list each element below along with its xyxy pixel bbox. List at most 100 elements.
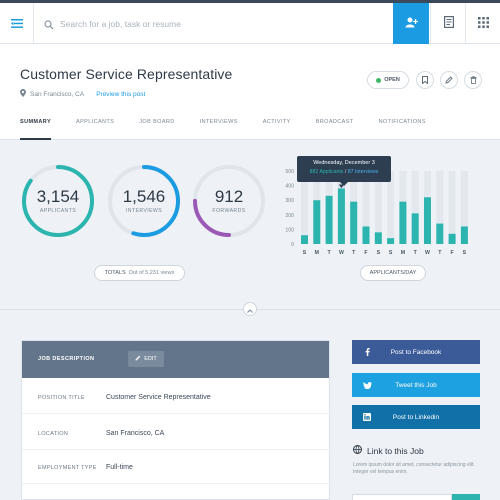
- edit-label: EDIT: [144, 356, 157, 362]
- location-pin-icon: [20, 89, 26, 99]
- tab-job-board[interactable]: JOB BOARD: [139, 118, 174, 140]
- job-description-header: JOB DESCRIPTION EDIT: [22, 341, 329, 378]
- tooltip-values: 882 Applicants / 87 Interviews: [297, 166, 391, 175]
- tab-summary[interactable]: SUMMARY: [20, 118, 52, 140]
- top-bar: [0, 3, 500, 44]
- bar: [301, 235, 308, 244]
- status-dot: [376, 77, 382, 83]
- tab-broadcast[interactable]: BROADCAST: [316, 118, 354, 140]
- x-tick-label: F: [364, 250, 367, 256]
- bar: [411, 213, 419, 244]
- job-link-field[interactable]: [352, 494, 452, 500]
- x-tick-label: S: [377, 250, 381, 256]
- x-tick-label: T: [438, 250, 442, 256]
- applicants-ring: 3,154 APPLICANTS: [20, 163, 96, 239]
- y-tick-label: 300: [285, 198, 294, 204]
- bookmark-icon: [422, 71, 428, 89]
- summary-stats: 3,154 APPLICANTS 1,546 INTERVIEWS 912 FO…: [0, 141, 500, 309]
- totals-views: Out of 5,231 views: [128, 270, 175, 276]
- bar: [362, 226, 370, 244]
- facebook-label: Post to Facebook: [390, 348, 442, 356]
- interviews-count: 1,546: [122, 187, 166, 206]
- facebook-icon: [352, 348, 382, 356]
- grid-icon: [477, 15, 489, 33]
- forwards-count: 912: [214, 187, 244, 206]
- edit-description-button[interactable]: EDIT: [128, 351, 164, 367]
- collapse-button[interactable]: [243, 302, 257, 316]
- bar: [387, 238, 395, 244]
- forwards-label: FORWARDS: [212, 208, 246, 214]
- bar: [436, 223, 444, 244]
- tab-bar: SUMMARY APPLICANTS JOB BOARD INTERVIEWS …: [20, 118, 451, 140]
- x-tick-label: S: [389, 250, 393, 256]
- tab-activity[interactable]: ACTIVITY: [263, 118, 291, 140]
- y-tick-label: 200: [285, 213, 294, 219]
- applicants-count: 3,154: [36, 187, 80, 206]
- documents-button[interactable]: [430, 3, 466, 44]
- tab-applicants[interactable]: APPLICANTS: [76, 118, 114, 140]
- twitter-label: Tweet this Job: [395, 381, 437, 389]
- chart-xlabel: APPLICANTS/DAY: [369, 270, 417, 276]
- status-badge[interactable]: OPEN: [367, 71, 409, 89]
- bar: [325, 195, 333, 244]
- link-icon: [353, 445, 362, 456]
- table-row: POSITION TITLE Customer Service Represen…: [22, 380, 331, 414]
- search-input[interactable]: [60, 14, 380, 34]
- menu-button[interactable]: [0, 3, 34, 44]
- bar: [448, 233, 456, 244]
- add-user-button[interactable]: [393, 3, 429, 44]
- post-to-facebook-button[interactable]: Post to Facebook: [352, 340, 480, 364]
- location-text: San Francisco, CA: [30, 90, 85, 98]
- location-row: San Francisco, CA Preview this post: [20, 89, 145, 99]
- bar: [460, 226, 468, 244]
- table-row: EMPLOYMENT TYPE Full-time: [22, 450, 331, 484]
- linkedin-icon: [352, 413, 382, 421]
- bar-background: [448, 171, 456, 244]
- menu-icon: [10, 15, 23, 33]
- twitter-icon: [352, 381, 382, 389]
- apps-grid-button[interactable]: [465, 3, 500, 44]
- linkedin-label: Post to Linkedin: [392, 413, 440, 421]
- tab-interviews[interactable]: INTERVIEWS: [200, 118, 238, 140]
- row-value: San Francisco, CA: [106, 430, 165, 437]
- x-tick-label: F: [451, 250, 454, 256]
- edit-button[interactable]: [440, 71, 458, 89]
- bar: [350, 201, 358, 244]
- tooltip-separator: /: [344, 169, 347, 175]
- search-icon: [44, 17, 54, 35]
- link-description: Lorem ipsum dolor sit amet, consectetur …: [353, 462, 475, 475]
- page-title: Customer Service Representative: [20, 66, 233, 82]
- bar: [399, 201, 407, 244]
- bar: [374, 232, 382, 244]
- row-key: POSITION TITLE: [38, 395, 85, 401]
- interviews-ring: 1,546 INTERVIEWS: [106, 163, 182, 239]
- x-tick-label: S: [303, 250, 307, 256]
- y-tick-label: 0: [291, 242, 294, 248]
- delete-button[interactable]: [464, 71, 482, 89]
- y-tick-label: 500: [285, 169, 294, 175]
- job-header: Customer Service Representative San Fran…: [0, 44, 500, 140]
- tooltip-title: Wednesday, December 3: [313, 160, 375, 166]
- x-tick-label: W: [339, 250, 344, 256]
- table-row: LOCATION San Francisco, CA: [22, 416, 331, 450]
- status-label: OPEN: [384, 77, 400, 83]
- x-tick-label: T: [328, 250, 332, 256]
- pencil-icon: [135, 355, 141, 363]
- link-title-text: Link to this Job: [367, 445, 424, 456]
- row-key: EMPLOYMENT TYPE: [38, 465, 97, 471]
- trash-icon: [470, 71, 477, 89]
- tab-notifications[interactable]: NOTIFICATIONS: [379, 118, 426, 140]
- tooltip-applicants: 882 Applicants: [309, 169, 344, 175]
- document-icon: [443, 15, 454, 33]
- preview-link[interactable]: Preview this post: [96, 91, 145, 98]
- tweet-job-button[interactable]: Tweet this Job: [352, 373, 480, 397]
- copy-link-button[interactable]: [452, 494, 480, 500]
- post-to-linkedin-button[interactable]: Post to Linkedin: [352, 405, 480, 429]
- x-tick-label: M: [315, 250, 319, 256]
- totals-pill[interactable]: TOTALS Out of 5,231 views: [94, 265, 185, 281]
- bookmark-button[interactable]: [416, 71, 434, 89]
- applicants-label: APPLICANTS: [39, 208, 77, 214]
- x-tick-label: M: [401, 250, 405, 256]
- applicants-per-day-pill[interactable]: APPLICANTS/DAY: [360, 265, 426, 281]
- x-tick-label: T: [352, 250, 356, 256]
